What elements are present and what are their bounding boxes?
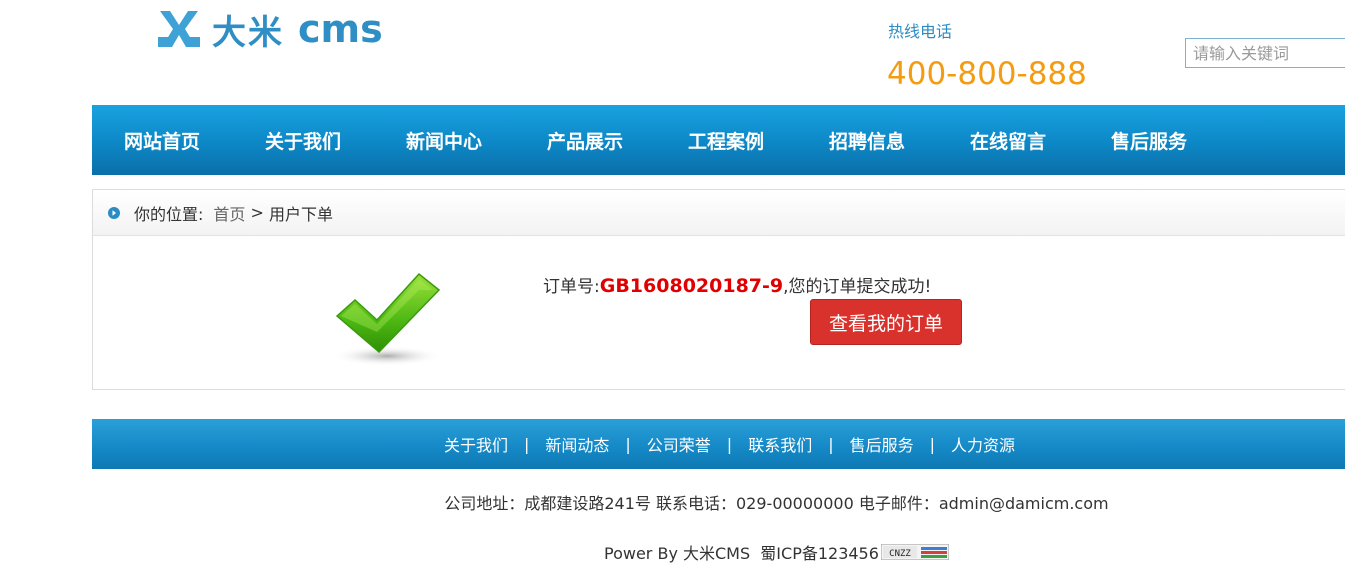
nav-item-cases[interactable]: 工程案例: [668, 127, 809, 154]
breadcrumb: 你的位置: 首页 > 用户下单: [93, 190, 1345, 236]
main-nav: 网站首页 关于我们 新闻中心 产品展示 工程案例 招聘信息 在线留言 售后服务: [92, 105, 1345, 175]
view-my-orders-button[interactable]: 查看我的订单: [810, 299, 962, 345]
hotline-number: 400-800-888: [887, 56, 1087, 92]
order-number: GB1608020187-9: [599, 275, 784, 297]
nav-item-service[interactable]: 售后服务: [1091, 127, 1232, 154]
breadcrumb-prefix: 你的位置:: [134, 204, 204, 224]
footer-link-about[interactable]: 关于我们: [444, 432, 508, 456]
footer-separator: |: [625, 434, 631, 454]
cnzz-badge-icon[interactable]: CNZZ: [880, 544, 949, 560]
svg-text:CNZZ: CNZZ: [889, 549, 911, 559]
footer-link-service[interactable]: 售后服务: [850, 432, 914, 456]
nav-item-news[interactable]: 新闻中心: [386, 127, 527, 154]
site-logo[interactable]: 大米 cms: [156, 6, 383, 53]
search-input[interactable]: [1185, 38, 1345, 68]
nav-item-message[interactable]: 在线留言: [950, 127, 1091, 154]
breadcrumb-current: 用户下单: [269, 204, 334, 224]
breadcrumb-home-link[interactable]: 首页: [213, 201, 245, 225]
logo-text-en: cms: [298, 7, 383, 51]
order-result-line: 订单号:GB1608020187-9,您的订单提交成功!: [543, 272, 931, 297]
footer-nav: 关于我们 | 新闻动态 | 公司荣誉 | 联系我们 | 售后服务 | 人力资源: [92, 419, 1345, 469]
footer-separator: |: [523, 434, 530, 454]
nav-item-home[interactable]: 网站首页: [104, 127, 245, 154]
nav-item-products[interactable]: 产品展示: [527, 127, 668, 154]
order-label: 订单号:: [543, 277, 600, 297]
logo-text-cn: 大米: [212, 12, 284, 53]
footer-separator: |: [929, 434, 935, 454]
arrow-circle-icon: [108, 206, 120, 219]
order-panel: 你的位置: 首页 > 用户下单 订单号:GB1608020187-9,您的订单提…: [92, 189, 1345, 390]
footer-address: 公司地址：成都建设路241号 联系电话：029-00000000 电子邮件：ad…: [444, 494, 1109, 513]
nav-item-about[interactable]: 关于我们: [245, 127, 386, 154]
footer-separator: |: [726, 434, 733, 454]
order-success-message: ,您的订单提交成功!: [783, 277, 932, 297]
footer-link-honors[interactable]: 公司荣誉: [647, 432, 711, 456]
logo-mark-icon: [158, 11, 200, 47]
nav-item-jobs[interactable]: 招聘信息: [809, 127, 950, 154]
checkmark-icon: [331, 272, 443, 366]
footer-link-contact[interactable]: 联系我们: [748, 432, 812, 456]
hotline-label: 热线电话: [888, 22, 953, 41]
breadcrumb-separator: >: [245, 203, 269, 222]
powered-by-text: Power By 大米CMS 蜀ICP备123456: [604, 544, 879, 563]
footer-link-news[interactable]: 新闻动态: [545, 432, 609, 456]
footer-separator: |: [828, 434, 834, 454]
footer-powered-by: Power By 大米CMS 蜀ICP备123456 CNZZ: [604, 540, 949, 564]
footer-link-hr[interactable]: 人力资源: [951, 432, 1015, 456]
